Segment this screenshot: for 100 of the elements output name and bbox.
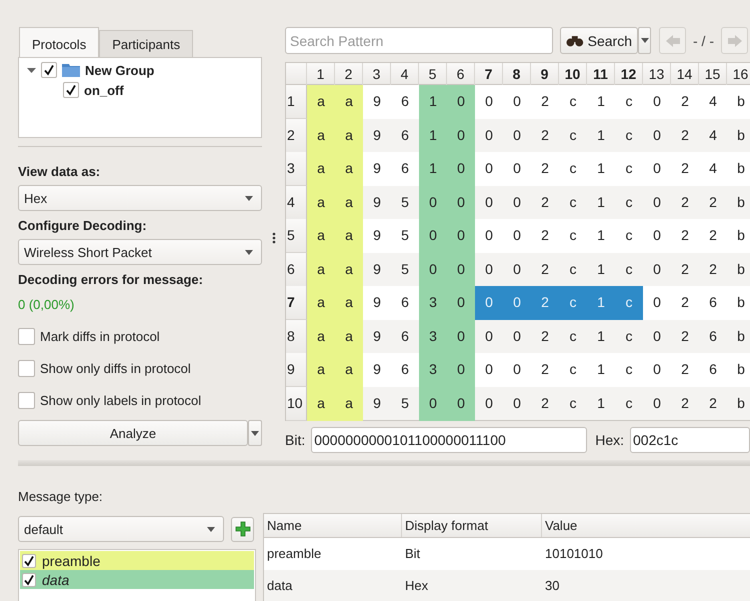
table-cell[interactable]: 2 [671, 219, 699, 253]
table-cell[interactable]: c [559, 118, 587, 152]
table-cell[interactable]: 2 [699, 186, 727, 220]
column-header[interactable]: 13 [643, 63, 671, 85]
table-cell[interactable]: 0 [475, 320, 503, 354]
table-cell[interactable]: c [615, 252, 643, 286]
row-header[interactable]: 5 [286, 219, 307, 253]
table-cell[interactable]: a [335, 152, 363, 186]
table-cell[interactable]: 0 [643, 353, 671, 387]
table-cell[interactable]: 5 [391, 219, 419, 253]
table-cell[interactable]: 1 [419, 85, 447, 119]
hex-field[interactable]: 002c1c [630, 427, 750, 453]
table-cell[interactable]: 0 [447, 286, 475, 320]
table-cell[interactable]: 2 [671, 353, 699, 387]
table-cell[interactable]: 0 [475, 353, 503, 387]
table-cell[interactable]: 0 [503, 252, 531, 286]
table-cell[interactable]: a [335, 219, 363, 253]
table-cell[interactable]: 0 [447, 252, 475, 286]
table-cell[interactable]: c [559, 353, 587, 387]
column-header[interactable]: 10 [559, 63, 587, 85]
table-cell[interactable]: 0 [643, 219, 671, 253]
table-cell[interactable]: c [615, 118, 643, 152]
table-cell[interactable]: 0 [419, 252, 447, 286]
table-cell[interactable]: 0 [447, 219, 475, 253]
checkbox-label[interactable]: Mark diffs in protocol [40, 328, 160, 344]
table-cell[interactable]: c [559, 85, 587, 119]
label-list-item[interactable]: data [20, 570, 254, 589]
table-cell[interactable]: b [727, 252, 750, 286]
table-cell[interactable]: 0 [447, 85, 475, 119]
table-cell[interactable]: 9 [363, 219, 391, 253]
table-cell[interactable]: b [727, 219, 750, 253]
table-cell[interactable]: 0 [643, 320, 671, 354]
column-header[interactable]: 15 [699, 63, 727, 85]
message-type-dropdown[interactable]: default [18, 516, 224, 542]
table-cell[interactable]: c [559, 386, 587, 420]
table-cell[interactable]: 6 [391, 286, 419, 320]
table-cell[interactable]: c [615, 186, 643, 220]
table-cell[interactable]: 0 [419, 386, 447, 420]
table-cell[interactable]: 9 [363, 286, 391, 320]
table-cell[interactable]: 2 [671, 118, 699, 152]
table-cell[interactable]: 2 [531, 85, 559, 119]
table-cell[interactable]: c [559, 152, 587, 186]
table-cell[interactable]: c [615, 152, 643, 186]
table-cell[interactable]: 2 [531, 320, 559, 354]
table-cell[interactable]: 2 [531, 386, 559, 420]
table-cell[interactable]: 2 [531, 186, 559, 220]
tree-item-label[interactable]: New Group [85, 62, 154, 78]
table-cell[interactable]: a [307, 320, 335, 354]
table-cell[interactable]: 0 [503, 219, 531, 253]
table-cell[interactable]: 1 [587, 186, 615, 220]
table-cell[interactable]: a [307, 85, 335, 119]
tab[interactable]: Protocols [19, 27, 100, 57]
table-cell[interactable]: a [307, 118, 335, 152]
table-cell[interactable]: 6 [699, 353, 727, 387]
table-cell[interactable]: 6 [391, 320, 419, 354]
search-field[interactable]: Search Pattern [285, 27, 553, 54]
table-cell[interactable]: 0 [447, 118, 475, 152]
table-cell[interactable]: b [727, 152, 750, 186]
table-cell[interactable]: 2 [531, 152, 559, 186]
table-cell[interactable]: 2 [671, 252, 699, 286]
column-header[interactable]: 11 [587, 63, 615, 85]
table-cell[interactable]: a [335, 353, 363, 387]
table-cell[interactable]: 1 [587, 320, 615, 354]
table-cell[interactable]: 9 [363, 85, 391, 119]
table-cell[interactable]: 1 [587, 85, 615, 119]
column-header[interactable]: Name [264, 514, 402, 537]
checkbox[interactable] [22, 554, 36, 568]
table-cell[interactable]: c [559, 252, 587, 286]
table-cell[interactable]: 2 [671, 320, 699, 354]
table-cell[interactable]: 0 [643, 85, 671, 119]
row-header[interactable]: 10 [286, 386, 307, 420]
column-header[interactable]: Value [542, 514, 750, 537]
table-cell[interactable]: 0 [419, 219, 447, 253]
table-cell[interactable]: 0 [503, 118, 531, 152]
table-cell[interactable]: 0 [503, 353, 531, 387]
table-cell[interactable]: 9 [363, 186, 391, 220]
table-cell[interactable]: 9 [363, 118, 391, 152]
table-cell[interactable]: 0 [447, 320, 475, 354]
table-cell[interactable]: 0 [643, 186, 671, 220]
table-cell[interactable]: 4 [699, 152, 727, 186]
table-cell[interactable]: 6 [391, 118, 419, 152]
table-cell[interactable]: a [307, 286, 335, 320]
table-cell[interactable]: 1 [587, 118, 615, 152]
table-cell[interactable]: 0 [475, 252, 503, 286]
table-cell[interactable]: a [307, 186, 335, 220]
tab[interactable]: Participants [99, 30, 194, 57]
decoding-dropdown[interactable]: Wireless Short Packet [18, 239, 262, 265]
column-header[interactable]: 4 [391, 63, 419, 85]
table-cell[interactable]: 9 [363, 353, 391, 387]
table-cell[interactable]: c [559, 320, 587, 354]
table-cell[interactable]: 0 [503, 320, 531, 354]
table-cell[interactable]: 2 [699, 386, 727, 420]
table-cell[interactable]: 0 [447, 353, 475, 387]
label-list-item[interactable]: preamble [20, 551, 254, 570]
column-header[interactable]: 8 [503, 63, 531, 85]
row-header[interactable]: 6 [286, 252, 307, 286]
table-cell[interactable]: 3 [419, 320, 447, 354]
dropdown-button[interactable] [638, 27, 651, 54]
row-header[interactable]: 1 [286, 85, 307, 119]
checkbox[interactable] [63, 82, 79, 98]
